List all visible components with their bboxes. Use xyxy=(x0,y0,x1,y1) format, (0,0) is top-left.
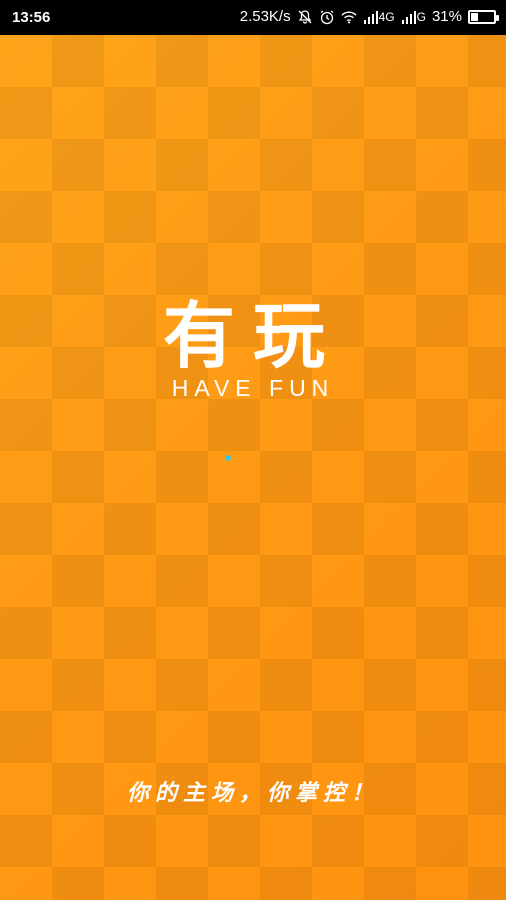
loading-indicator xyxy=(225,455,231,461)
battery-icon xyxy=(468,9,499,24)
network-speed: 2.53K/s xyxy=(239,8,291,25)
wifi-icon xyxy=(341,9,357,25)
app-title-cn: 有玩 xyxy=(162,294,343,378)
splash-screen: 有玩 HAVE FUN 你的主场，你掌控！ xyxy=(0,35,506,900)
status-bar: 13:56 2.53K/s 4G G 31% xyxy=(0,0,506,35)
battery-percent: 31% xyxy=(431,8,462,25)
slogan-text: 你的主场，你掌控！ xyxy=(126,780,379,806)
net-type-1: 4G xyxy=(378,9,395,24)
net-type-2: G xyxy=(416,9,426,24)
mute-bell-icon xyxy=(297,9,313,25)
diamond-pattern-background xyxy=(0,35,506,900)
signal-g-icon: G xyxy=(401,9,426,25)
alarm-icon xyxy=(319,9,335,25)
app-title-en: HAVE FUN xyxy=(171,375,335,401)
status-right-group: 2.53K/s 4G G 31% xyxy=(239,8,499,25)
status-time: 13:56 xyxy=(12,9,51,26)
battery-level xyxy=(471,12,478,21)
signal-4g-icon: 4G xyxy=(363,9,395,25)
